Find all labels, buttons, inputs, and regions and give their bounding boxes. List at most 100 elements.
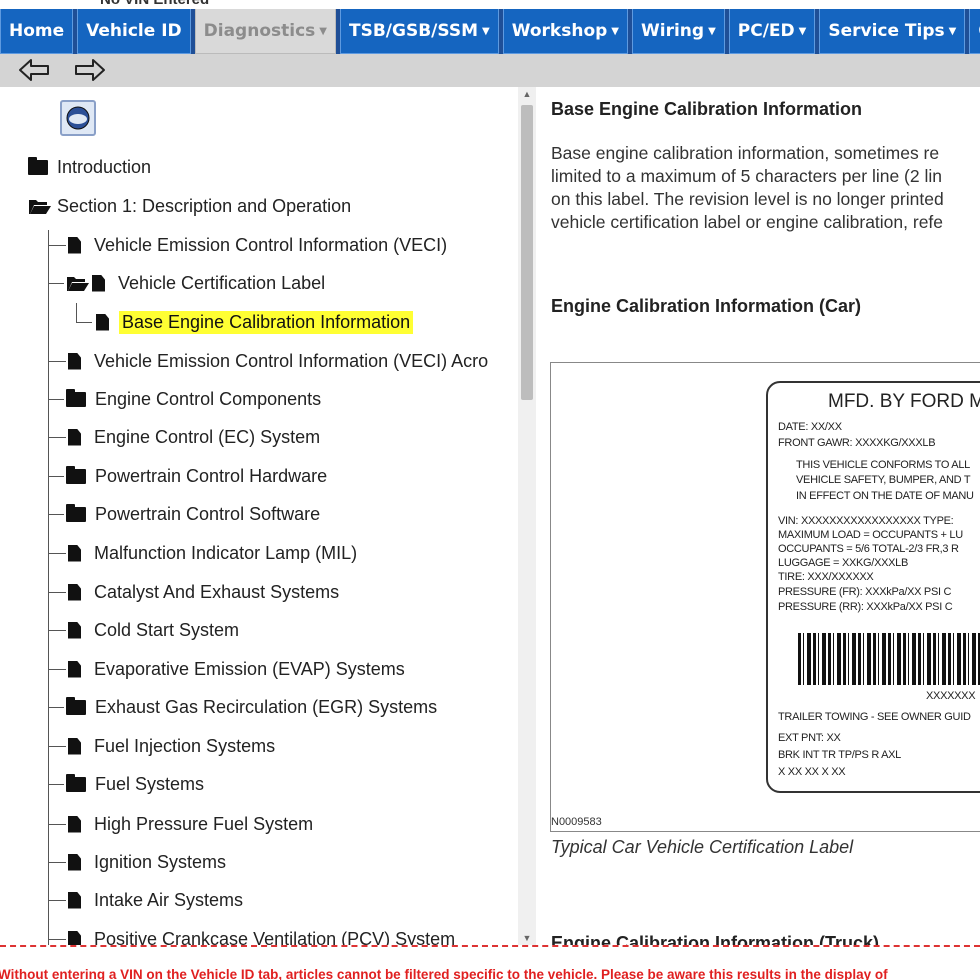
tree-guide-line: [76, 303, 77, 323]
tab-o[interactable]: O: [969, 9, 980, 54]
tree-item[interactable]: Engine Control Components: [66, 386, 324, 412]
tree-connector: [48, 862, 66, 863]
document-icon: [92, 274, 105, 292]
label-line: XXXXXXX: [926, 690, 976, 702]
label-line: TIRE: XXX/XXXXXX: [778, 571, 874, 583]
tree-connector: [48, 283, 64, 284]
label-line: OCCUPANTS = 5/6 TOTAL-2/3 FR,3 R: [778, 543, 959, 555]
tree-item[interactable]: Base Engine Calibration Information: [96, 309, 414, 335]
paragraph-line: on this label. The revision level is no …: [551, 189, 944, 209]
document-icon: [68, 930, 81, 945]
tree-item[interactable]: Section 1: Description and Operation: [28, 193, 354, 219]
section-heading-car: Engine Calibration Information (Car): [551, 296, 862, 316]
tab-label: Vehicle ID: [86, 21, 182, 41]
tree-item[interactable]: Exhaust Gas Recirculation (EGR) Systems: [66, 694, 440, 720]
folder-open-icon: [29, 200, 51, 214]
scroll-down-icon[interactable]: ▼: [521, 933, 533, 943]
tree-item[interactable]: Malfunction Indicator Lamp (MIL): [68, 540, 360, 566]
tree-item[interactable]: Fuel Injection Systems: [68, 733, 278, 759]
tree-item[interactable]: Vehicle Certification Label: [66, 270, 328, 296]
vin-status-clipped: No VIN Entered: [0, 0, 980, 9]
label-line: PRESSURE (FR): XXXkPa/XX PSI C: [778, 586, 952, 598]
tree-item-label: Engine Control (EC) System: [94, 426, 321, 447]
folder-icon: [66, 696, 86, 715]
chevron-down-icon: ▼: [482, 25, 490, 37]
tab-diagnostics[interactable]: Diagnostics ▼: [194, 9, 336, 54]
chevron-down-icon: ▼: [708, 25, 716, 37]
tree-item[interactable]: Cold Start System: [68, 617, 242, 643]
document-icon: [68, 891, 81, 909]
chevron-down-icon: ▼: [611, 25, 619, 37]
document-icon: [68, 428, 81, 446]
toolbar: [0, 54, 980, 87]
scroll-thumb[interactable]: [521, 105, 533, 400]
chevron-down-icon: ▼: [948, 25, 957, 37]
arrow-right-icon: [75, 59, 105, 81]
tab-service-tips[interactable]: Service Tips ▼: [819, 9, 966, 54]
document-icon: [68, 621, 81, 639]
tree-item-label: Section 1: Description and Operation: [57, 195, 352, 216]
label-heading: MFD. BY FORD MO: [828, 391, 980, 412]
certification-label-figure: MFD. BY FORD MO DATE: XX/XX FRONT GAWR: X…: [550, 362, 980, 832]
tree-item[interactable]: Introduction: [28, 154, 154, 180]
folder-icon: [66, 773, 86, 792]
tree-item[interactable]: Fuel Systems: [66, 771, 207, 797]
tree-connector: [48, 824, 66, 825]
tree-connector: [48, 553, 66, 554]
tree-item[interactable]: Vehicle Emission Control Information (VE…: [68, 232, 450, 258]
tree-connector: [76, 322, 92, 323]
label-line: X XX XX X XX: [778, 766, 846, 778]
tab-pc-ed[interactable]: PC/ED ▼: [728, 9, 816, 54]
document-icon: [68, 660, 81, 678]
tree-item[interactable]: Powertrain Control Hardware: [66, 463, 330, 489]
forward-button[interactable]: [72, 56, 108, 84]
document-icon: [68, 352, 81, 370]
tree-item-label: Powertrain Control Software: [95, 503, 321, 524]
label-line: FRONT GAWR: XXXXKG/XXXLB: [778, 437, 936, 449]
scroll-up-icon[interactable]: ▲: [521, 89, 533, 99]
tab-label: Home: [9, 21, 65, 41]
tab-workshop[interactable]: Workshop ▼: [502, 9, 628, 54]
tab-tsb-gsb-ssm[interactable]: TSB/GSB/SSM ▼: [339, 9, 499, 54]
tree-item-label: Cold Start System: [94, 619, 240, 640]
tree-item-label: Powertrain Control Hardware: [95, 465, 328, 486]
document-icon: [68, 737, 81, 755]
tree-item-label: Vehicle Emission Control Information (VE…: [94, 350, 489, 371]
tab-wiring[interactable]: Wiring ▼: [632, 9, 725, 54]
chevron-down-icon: ▼: [319, 25, 327, 37]
tree-item[interactable]: Positive Crankcase Ventilation (PCV) Sys…: [68, 926, 458, 945]
paragraph-line: limited to a maximum of 5 characters per…: [551, 166, 942, 186]
document-icon: [68, 583, 81, 601]
tree-item-label: Vehicle Emission Control Information (VE…: [94, 234, 448, 255]
tree-item[interactable]: Intake Air Systems: [68, 887, 246, 913]
tree-item[interactable]: Engine Control (EC) System: [68, 424, 323, 450]
section-heading-truck: Engine Calibration Information (Truck): [551, 933, 880, 945]
tree-connector: [48, 592, 66, 593]
tree-item-label: Fuel Systems: [95, 773, 205, 794]
tree-item-label: Evaporative Emission (EVAP) Systems: [94, 658, 405, 679]
tab-label: Workshop: [511, 21, 608, 41]
ford-logo-icon[interactable]: [60, 100, 96, 136]
tree-item[interactable]: Evaporative Emission (EVAP) Systems: [68, 656, 408, 682]
back-button[interactable]: [16, 56, 52, 84]
tab-home[interactable]: Home: [0, 9, 74, 54]
tree-guide-line: [48, 230, 49, 945]
tree-item[interactable]: High Pressure Fuel System: [68, 811, 316, 837]
tree-item[interactable]: Catalyst And Exhaust Systems: [68, 579, 342, 605]
tree-connector: [48, 630, 66, 631]
tree-item-label: High Pressure Fuel System: [94, 813, 314, 834]
document-icon: [68, 236, 81, 254]
tab-label: Service Tips: [828, 21, 945, 41]
tab-vehicle-id[interactable]: Vehicle ID: [77, 9, 191, 54]
folder-open-icon: [67, 277, 89, 291]
tree-item-label: Fuel Injection Systems: [94, 735, 276, 756]
tab-label: PC/ED: [737, 21, 795, 41]
tree-item[interactable]: Ignition Systems: [68, 849, 229, 875]
tree-item[interactable]: Vehicle Emission Control Information (VE…: [68, 348, 491, 374]
tree-item[interactable]: Powertrain Control Software: [66, 501, 323, 527]
figure-caption: Typical Car Vehicle Certification Label: [551, 837, 854, 857]
tree-scrollbar[interactable]: ▲ ▼: [518, 87, 536, 945]
chevron-down-icon: ▼: [798, 25, 807, 37]
label-line: TRAILER TOWING - SEE OWNER GUID: [778, 711, 971, 723]
folder-icon: [28, 156, 48, 175]
